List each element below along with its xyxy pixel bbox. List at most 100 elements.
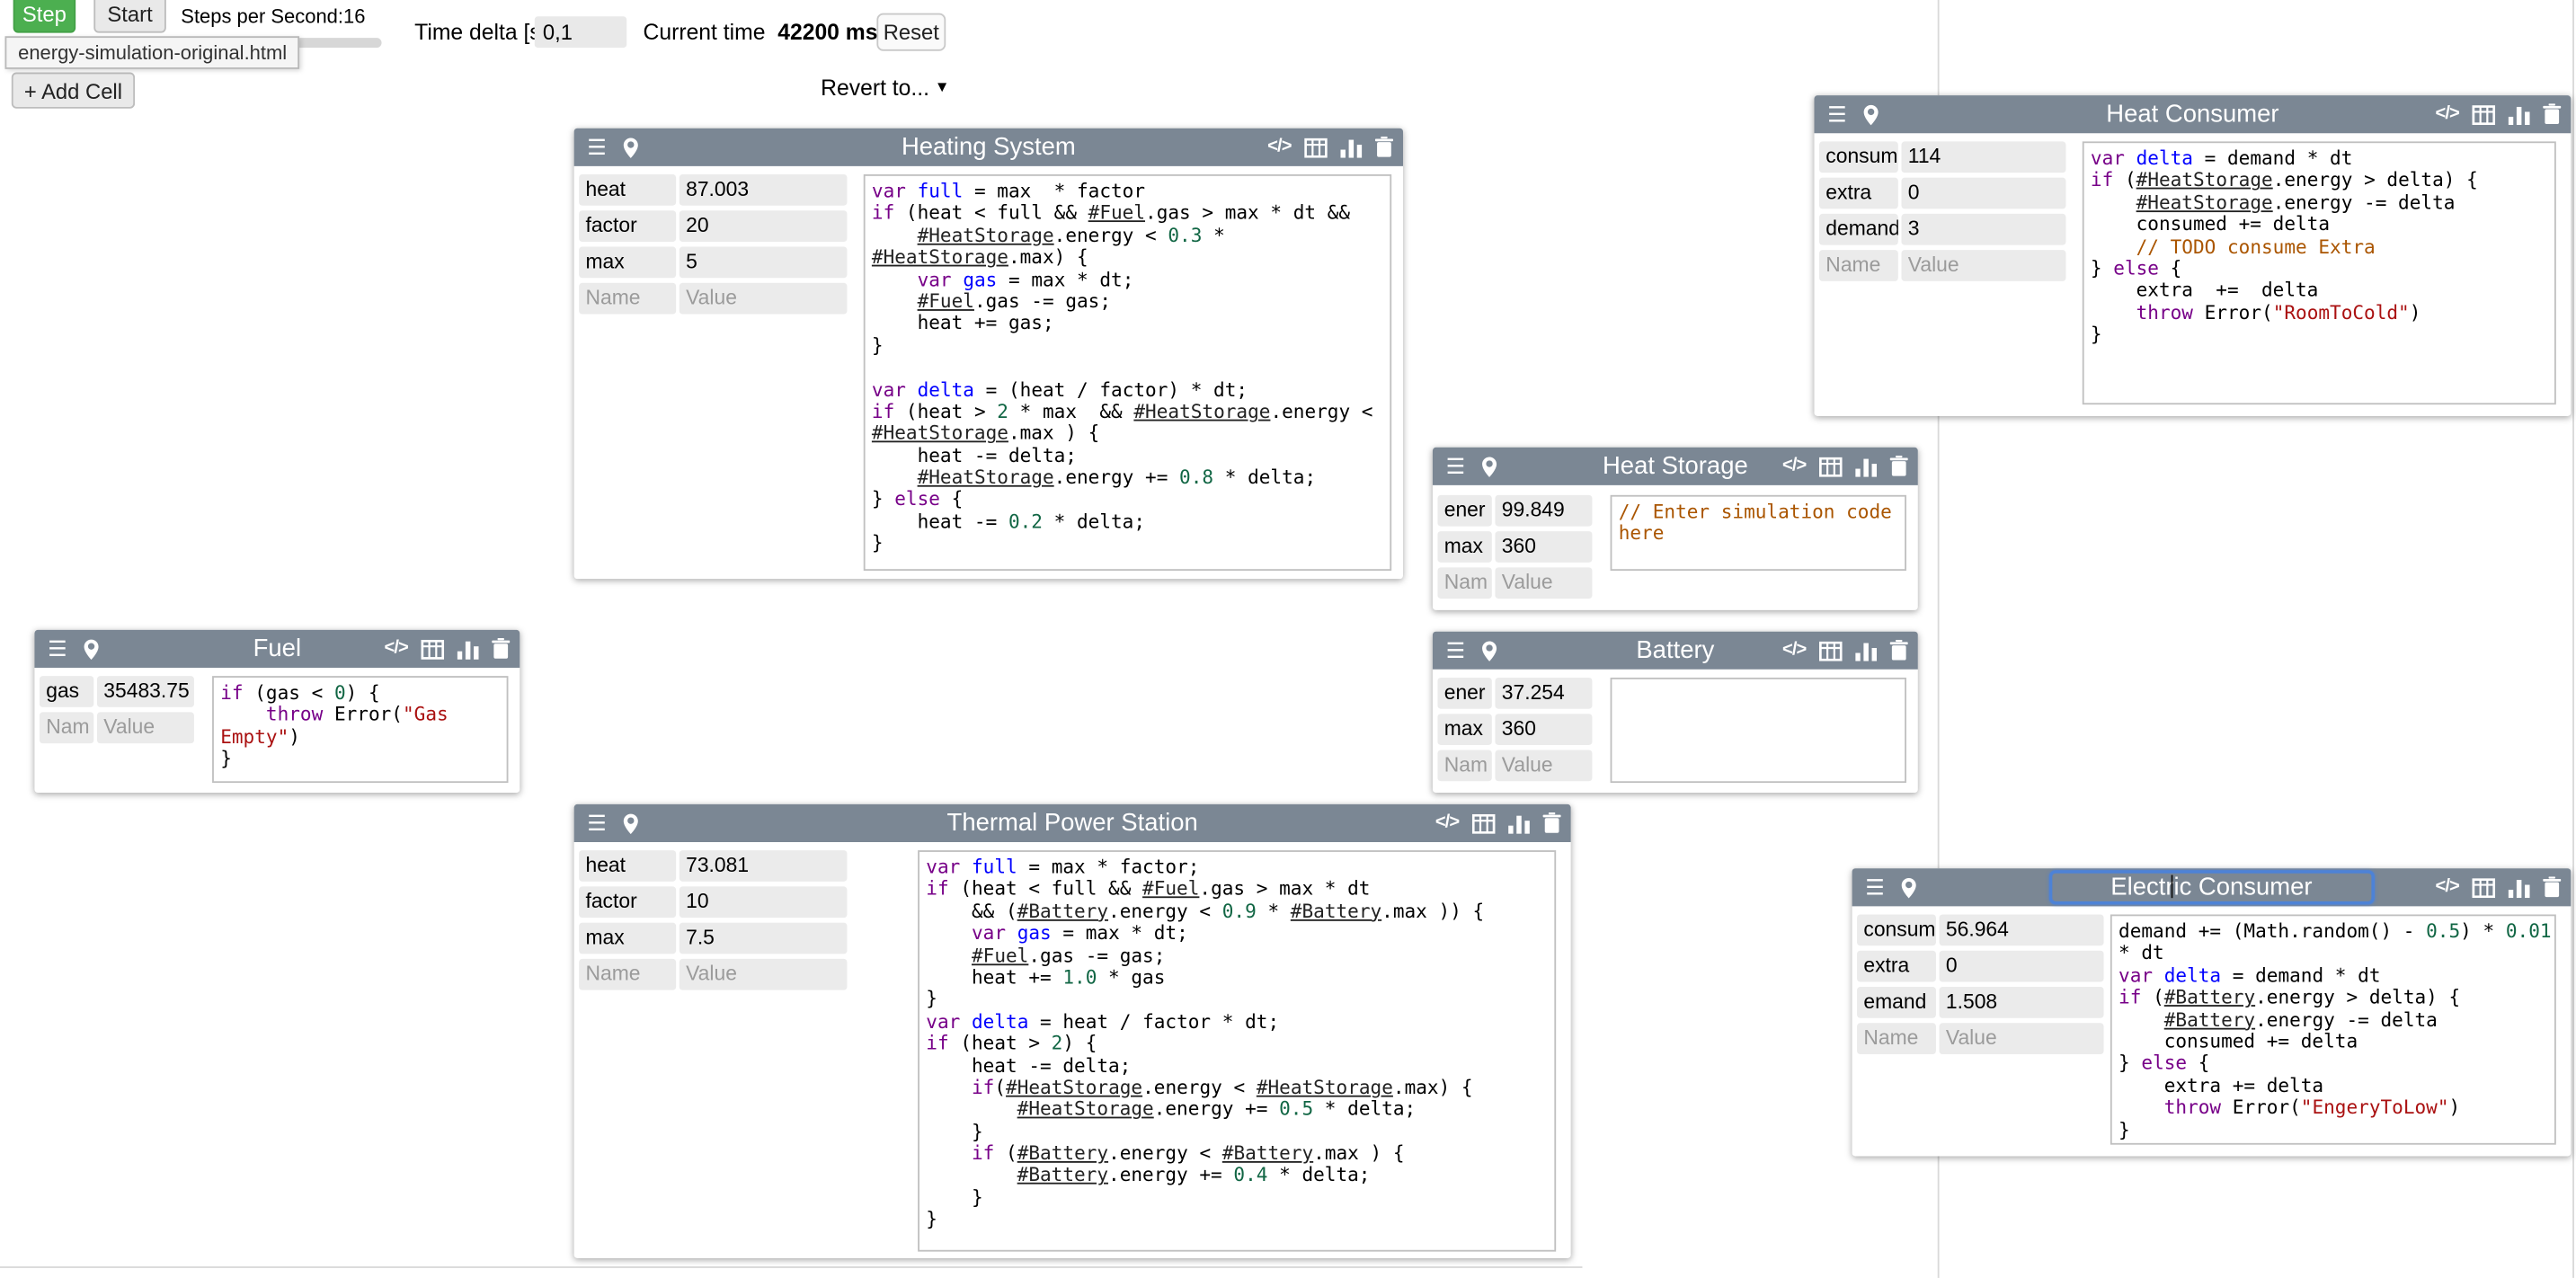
param-value-cell[interactable]: 10 — [680, 886, 848, 918]
menu-icon[interactable]: ☰ — [587, 810, 606, 836]
param-value-cell[interactable]: 0 — [1940, 951, 2104, 982]
trash-icon[interactable] — [2543, 102, 2561, 128]
code-editor[interactable]: demand += (Math.random() - 0.5) * 0.01* … — [2110, 914, 2556, 1144]
param-name-cell[interactable]: extra — [1819, 178, 1898, 209]
param-name-cell[interactable]: consum — [1857, 914, 1936, 945]
param-name-cell[interactable]: consum — [1819, 141, 1898, 173]
table-view-icon[interactable] — [1304, 134, 1328, 160]
param-value-cell[interactable]: Value — [1901, 250, 2065, 281]
param-value-cell[interactable]: 0 — [1901, 178, 2065, 209]
location-pin-icon[interactable] — [1861, 102, 1879, 128]
param-value-cell[interactable]: 114 — [1901, 141, 2065, 173]
card-title[interactable]: Fuel — [253, 630, 301, 668]
param-value-cell[interactable]: Value — [1495, 750, 1592, 781]
table-view-icon[interactable] — [2472, 102, 2495, 128]
param-value-cell[interactable]: 20 — [680, 210, 848, 242]
param-name-cell[interactable]: Nam — [1437, 567, 1491, 599]
param-name-cell[interactable]: heat — [579, 850, 676, 882]
chart-view-icon[interactable] — [1855, 637, 1877, 663]
card-title[interactable]: Heat Consumer — [2106, 95, 2278, 133]
param-value-cell[interactable]: 360 — [1495, 714, 1592, 745]
chart-view-icon[interactable] — [1340, 134, 1362, 160]
code-view-icon[interactable]: </> — [1267, 134, 1291, 160]
table-view-icon[interactable] — [1819, 453, 1843, 479]
param-value-cell[interactable]: Value — [1495, 567, 1592, 599]
trash-icon[interactable] — [492, 635, 510, 661]
param-name-cell[interactable]: ener — [1437, 678, 1491, 709]
param-value-cell[interactable]: 360 — [1495, 531, 1592, 563]
param-value-cell[interactable]: 73.081 — [680, 850, 848, 882]
param-name-cell[interactable]: factor — [579, 210, 676, 242]
code-editor[interactable]: // Enter simulation codehere — [1611, 495, 1906, 571]
param-value-cell[interactable]: 56.964 — [1940, 914, 2104, 945]
param-value-cell[interactable]: 1.508 — [1940, 987, 2104, 1018]
param-name-cell[interactable]: Nam — [1437, 750, 1491, 781]
add-cell-button[interactable]: + Add Cell — [12, 73, 135, 109]
code-editor[interactable]: if (gas < 0) { throw Error("GasEmpty")} — [212, 676, 508, 783]
card-title[interactable]: Heating System — [902, 129, 1076, 166]
param-name-cell[interactable]: Name — [579, 959, 676, 990]
table-view-icon[interactable] — [421, 635, 444, 661]
reset-button[interactable]: Reset — [876, 13, 946, 51]
menu-icon[interactable]: ☰ — [48, 635, 67, 661]
param-name-cell[interactable]: Name — [1819, 250, 1898, 281]
card-header[interactable]: ☰ Heating System </> — [574, 129, 1403, 166]
param-name-cell[interactable]: factor — [579, 886, 676, 918]
location-pin-icon[interactable] — [82, 635, 100, 661]
step-button[interactable]: Step — [13, 0, 76, 33]
param-value-cell[interactable]: 37.254 — [1495, 678, 1592, 709]
card-title[interactable]: Heat Storage — [1603, 448, 1748, 485]
table-view-icon[interactable] — [1819, 637, 1843, 663]
location-pin-icon[interactable] — [1479, 637, 1497, 663]
card-header[interactable]: ☰ Fuel </> — [34, 630, 520, 668]
param-value-cell[interactable]: Value — [97, 712, 194, 743]
code-view-icon[interactable]: </> — [1435, 810, 1459, 836]
chart-view-icon[interactable] — [457, 635, 479, 661]
revert-dropdown[interactable]: Revert to...▾ — [821, 75, 946, 100]
card-header[interactable]: ☰ Heat Storage </> — [1433, 448, 1918, 485]
code-view-icon[interactable]: </> — [1782, 453, 1806, 479]
chart-view-icon[interactable] — [2509, 102, 2530, 128]
param-name-cell[interactable]: emand — [1857, 987, 1936, 1018]
code-editor[interactable] — [1611, 678, 1906, 783]
trash-icon[interactable] — [1375, 134, 1393, 160]
param-name-cell[interactable]: max — [1437, 531, 1491, 563]
menu-icon[interactable]: ☰ — [1446, 637, 1465, 663]
code-view-icon[interactable]: </> — [384, 635, 407, 661]
trash-icon[interactable] — [1543, 810, 1561, 836]
code-view-icon[interactable]: </> — [2435, 874, 2458, 901]
code-view-icon[interactable]: </> — [2435, 102, 2458, 128]
time-delta-input[interactable] — [535, 16, 626, 48]
param-name-cell[interactable]: max — [579, 247, 676, 279]
location-pin-icon[interactable] — [1479, 453, 1497, 479]
param-value-cell[interactable]: 35483.75 — [97, 676, 194, 707]
card-header[interactable]: ☰ Electric Consumer </> — [1852, 868, 2572, 906]
param-name-cell[interactable]: Nam — [40, 712, 93, 743]
chart-view-icon[interactable] — [1855, 453, 1877, 479]
param-name-cell[interactable]: Name — [1857, 1023, 1936, 1054]
table-view-icon[interactable] — [2472, 874, 2495, 901]
param-name-cell[interactable]: demand — [1819, 214, 1898, 245]
param-value-cell[interactable]: Value — [680, 959, 848, 990]
param-name-cell[interactable]: Name — [579, 283, 676, 315]
card-title[interactable]: Thermal Power Station — [947, 804, 1198, 842]
trash-icon[interactable] — [1890, 637, 1908, 663]
chart-view-icon[interactable] — [1508, 810, 1530, 836]
menu-icon[interactable]: ☰ — [1446, 453, 1465, 479]
code-view-icon[interactable]: </> — [1782, 637, 1806, 663]
param-value-cell[interactable]: 3 — [1901, 214, 2065, 245]
trash-icon[interactable] — [1890, 453, 1908, 479]
param-name-cell[interactable]: extra — [1857, 951, 1936, 982]
param-value-cell[interactable]: 99.849 — [1495, 495, 1592, 527]
param-value-cell[interactable]: Value — [1940, 1023, 2104, 1054]
card-title[interactable]: Battery — [1636, 632, 1714, 670]
card-header[interactable]: ☰ Battery </> — [1433, 632, 1918, 670]
param-value-cell[interactable]: 7.5 — [680, 923, 848, 954]
location-pin-icon[interactable] — [621, 810, 639, 836]
param-name-cell[interactable]: gas — [40, 676, 93, 707]
card-header[interactable]: ☰ Heat Consumer </> — [1814, 95, 2571, 133]
param-name-cell[interactable]: ener — [1437, 495, 1491, 527]
menu-icon[interactable]: ☰ — [587, 134, 606, 160]
table-view-icon[interactable] — [1472, 810, 1496, 836]
code-editor[interactable]: var full = max * factor;if (heat < full … — [918, 850, 1556, 1252]
